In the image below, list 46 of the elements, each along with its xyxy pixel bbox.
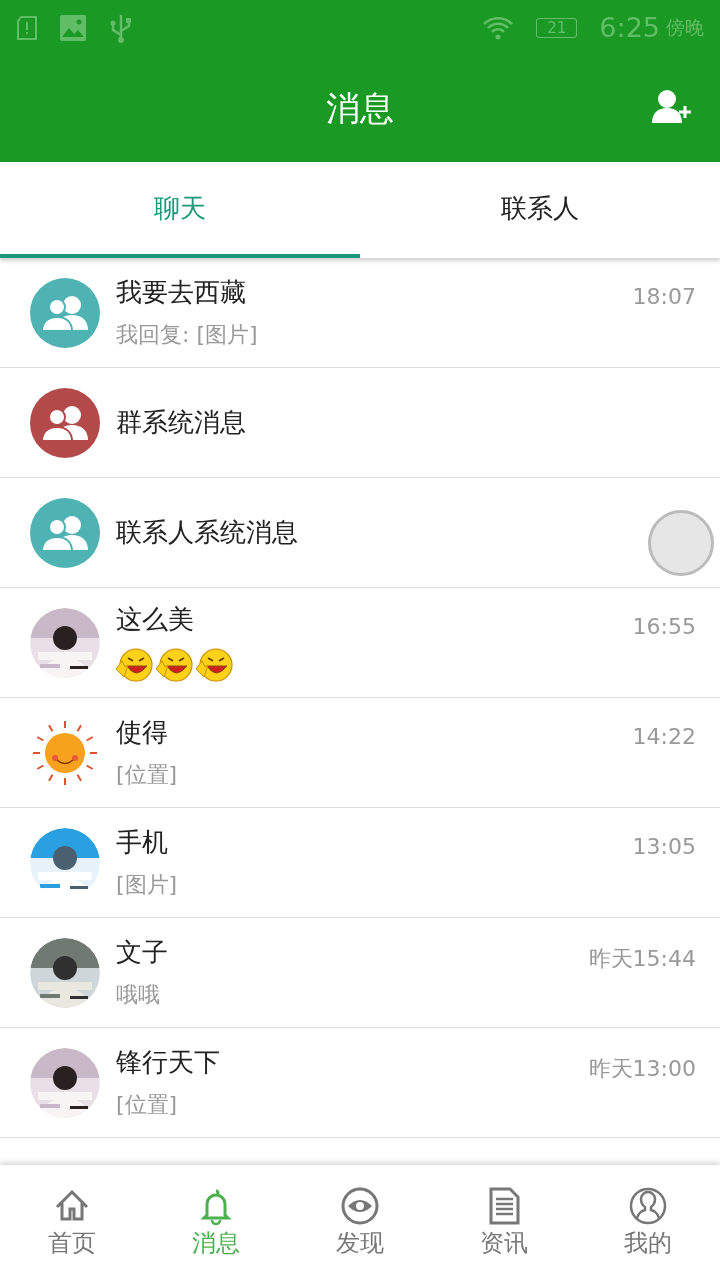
chat-name: 我要去西藏 — [116, 276, 247, 309]
laughing-emoji-icon — [154, 647, 194, 683]
message-preview: [位置] — [116, 1091, 179, 1119]
chat-row[interactable]: 群系统消息 — [0, 368, 720, 478]
message-time: 16:55 — [632, 614, 696, 639]
message-preview: [位置] — [116, 761, 179, 789]
nav-tab[interactable]: 资讯 — [432, 1165, 576, 1280]
chat-row[interactable]: 文子 哦哦 昨天15:44 — [0, 918, 720, 1028]
message-time: 13:05 — [632, 834, 696, 859]
message-time: 14:22 — [632, 724, 696, 749]
nav-tab[interactable]: 我的 — [576, 1165, 720, 1280]
nav-tab[interactable]: 首页 — [0, 1165, 144, 1280]
chat-row[interactable]: 这么美 16:55 — [0, 588, 720, 698]
sd-card-alert-icon — [16, 14, 38, 41]
chat-row[interactable]: 我要去西藏 我回复: [图片] 18:07 — [0, 258, 720, 368]
chat-row[interactable]: 锋行天下 [位置] 昨天13:00 — [0, 1028, 720, 1138]
chat-name: 群系统消息 — [116, 406, 247, 439]
message-time: 昨天15:44 — [588, 945, 696, 973]
message-time: 18:07 — [632, 284, 696, 309]
user-icon — [629, 1186, 667, 1225]
page-title: 消息 — [326, 86, 394, 130]
tab[interactable]: 联系人 — [360, 162, 720, 258]
add-contact-icon[interactable] — [652, 89, 692, 125]
nav-tab[interactable]: 发现 — [288, 1165, 432, 1280]
message-preview: [图片] — [116, 871, 179, 899]
laughing-emoji-icon — [194, 647, 234, 683]
chat-name: 文子 — [116, 936, 169, 969]
chat-name: 这么美 — [116, 603, 195, 636]
tab[interactable]: 聊天 — [0, 162, 360, 258]
message-preview: 我回复: [图片] — [116, 321, 259, 349]
image-icon — [60, 14, 86, 41]
battery-level: 21 — [536, 17, 578, 38]
chat-row[interactable]: 手机 [图片] 13:05 — [0, 808, 720, 918]
chat-name: 锋行天下 — [116, 1046, 221, 1079]
usb-icon — [108, 12, 134, 43]
message-time: 昨天13:00 — [588, 1055, 696, 1083]
chat-name: 手机 — [116, 826, 169, 859]
eye-icon — [341, 1186, 379, 1225]
laughing-emoji-icon — [114, 647, 154, 683]
time-period: 傍晚 — [666, 14, 704, 40]
chat-name: 使得 — [116, 716, 169, 749]
wifi-icon — [482, 15, 515, 40]
chat-row[interactable]: 使得 [位置] 14:22 — [0, 698, 720, 808]
chat-name: 联系人系统消息 — [116, 516, 299, 549]
message-preview: 哦哦 — [116, 981, 161, 1009]
clock-time: 6:25 — [599, 12, 660, 43]
